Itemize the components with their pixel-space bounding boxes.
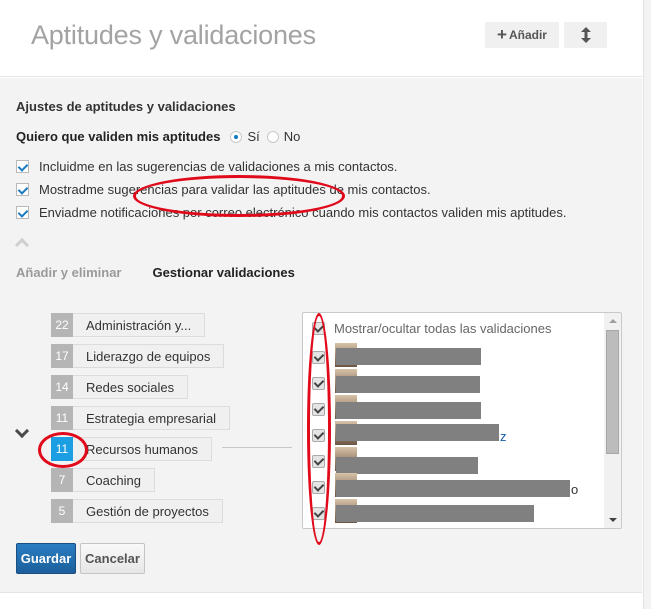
checkbox-checked[interactable] (16, 183, 29, 196)
redacted-name (336, 376, 480, 393)
radio-no[interactable] (266, 130, 279, 143)
tab-add-remove[interactable]: Añadir y eliminar (16, 265, 121, 280)
save-button[interactable]: Guardar (16, 543, 76, 574)
page: Aptitudes y validaciones + Añadir Ajuste… (0, 0, 651, 609)
endorser-checkbox[interactable] (312, 429, 325, 442)
skill-name: Recursos humanos (73, 437, 212, 461)
up-down-arrow-icon (580, 27, 591, 43)
endorsement-count: 22 (51, 313, 73, 337)
endorsement-count: 7 (51, 468, 73, 492)
cancel-button[interactable]: Cancelar (80, 543, 145, 574)
skill-item[interactable]: 11 Estrategia empresarial (51, 406, 231, 430)
skill-name: Redes sociales (73, 375, 189, 399)
scroll-down-arrow-icon[interactable] (609, 518, 617, 522)
skill-name: Gestión de proyectos (73, 499, 223, 523)
scroll-up-arrow-icon[interactable] (609, 319, 617, 323)
redacted-name (336, 457, 478, 474)
redacted-name (336, 424, 499, 441)
tab-manage-endorsements[interactable]: Gestionar validaciones (152, 265, 294, 280)
radio-yes[interactable] (230, 130, 243, 143)
reorder-button[interactable] (564, 22, 607, 48)
name-fragment: o (571, 482, 579, 497)
toggle-all-label[interactable]: Mostrar/ocultar todas las validaciones (334, 321, 552, 336)
setting-email-notifications[interactable]: Enviadme notificaciones por correo elect… (16, 205, 567, 220)
add-skill-button[interactable]: + Añadir (485, 22, 559, 48)
skill-name: Coaching (73, 468, 155, 492)
endorser-checkbox[interactable] (312, 481, 325, 494)
page-scrollbar[interactable] (643, 0, 651, 609)
redacted-name (336, 348, 481, 365)
radio-no-label[interactable]: No (284, 129, 301, 144)
skill-item[interactable]: 14 Redes sociales (51, 375, 189, 399)
setting-show-suggestions[interactable]: Mostradme sugerencias para validar las a… (16, 182, 431, 197)
skill-item[interactable]: 7 Coaching (51, 468, 155, 492)
endorser-checkbox[interactable] (312, 351, 325, 364)
setting-label: Incluidme en las sugerencias de validaci… (39, 159, 398, 174)
scroll-thumb[interactable] (606, 330, 619, 454)
endorse-question-label: Quiero que validen mis aptitudes (16, 129, 221, 144)
connector-line (222, 447, 292, 448)
plus-icon: + (497, 25, 507, 44)
setting-label: Enviadme notificaciones por correo elect… (39, 205, 567, 220)
endorser-checkbox[interactable] (312, 377, 325, 390)
endorsement-count: 11 (51, 406, 73, 430)
skill-name: Administración y... (73, 313, 206, 337)
endorser-checkbox[interactable] (312, 455, 325, 468)
skill-item[interactable]: 22 Administración y... (51, 313, 206, 337)
page-title: Aptitudes y validaciones (31, 20, 316, 50)
name-fragment: z (500, 429, 507, 444)
skill-name: Estrategia empresarial (73, 406, 231, 430)
add-skill-label: Añadir (508, 28, 547, 42)
skill-item[interactable]: 17 Liderazgo de equipos (51, 344, 225, 368)
redacted-name (336, 402, 481, 419)
toggle-all-checkbox[interactable] (312, 322, 325, 335)
checkbox-checked[interactable] (16, 206, 29, 219)
skill-item-selected[interactable]: 11 Recursos humanos (51, 437, 212, 461)
settings-title: Ajustes de aptitudes y validaciones (16, 99, 236, 114)
redacted-name (336, 480, 570, 497)
endorsement-count: 17 (51, 344, 73, 368)
endorser-checkbox[interactable] (312, 403, 325, 416)
section-header: Aptitudes y validaciones + Añadir (0, 0, 642, 77)
skill-item[interactable]: 5 Gestión de proyectos (51, 499, 223, 523)
radio-yes-label[interactable]: Sí (247, 129, 259, 144)
endorsement-count: 11 (51, 437, 73, 461)
skill-name: Liderazgo de equipos (73, 344, 225, 368)
checkbox-checked[interactable] (16, 160, 29, 173)
panel-scrollbar[interactable] (604, 313, 621, 528)
endorsement-count: 14 (51, 375, 73, 399)
endorser-checkbox[interactable] (312, 507, 325, 520)
endorsement-count: 5 (51, 499, 73, 523)
setting-label: Mostradme sugerencias para validar las a… (39, 182, 431, 197)
redacted-name (336, 505, 534, 522)
setting-include-suggestions[interactable]: Incluidme en las sugerencias de validaci… (16, 159, 397, 174)
endorsers-panel: Mostrar/ocultar todas las validaciones z… (302, 312, 622, 529)
endorse-question-row: Quiero que validen mis aptitudes Sí No (16, 129, 307, 144)
tab-bar: Añadir y eliminar Gestionar validaciones (16, 265, 295, 280)
